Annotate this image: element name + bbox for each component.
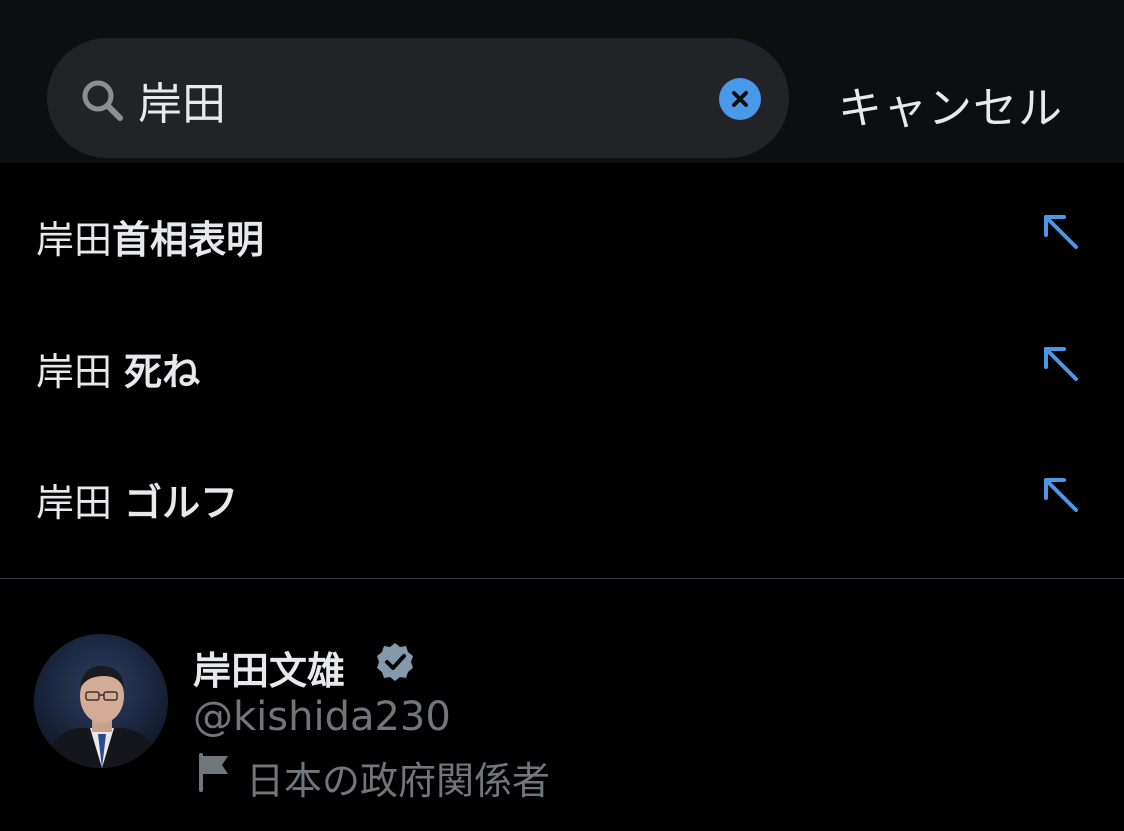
close-icon: [732, 91, 748, 107]
user-handle: @kishida230: [193, 694, 451, 740]
suggestion-text: 岸田首相表明: [36, 209, 264, 264]
suggestion-item[interactable]: 岸田 死ね: [0, 299, 1124, 431]
suggestion-item[interactable]: 岸田首相表明: [0, 167, 1124, 299]
verified-badge-icon: [377, 643, 413, 681]
suggestion-item[interactable]: 岸田 ゴルフ: [0, 430, 1124, 562]
arrow-up-left-icon[interactable]: [1040, 474, 1080, 514]
arrow-up-left-icon[interactable]: [1040, 211, 1080, 251]
search-input[interactable]: [138, 70, 698, 130]
suggestion-completion: ゴルフ: [124, 481, 239, 525]
user-result[interactable]: 岸田文雄 @kishida230 日本の政府関係者: [0, 600, 1124, 820]
cancel-button[interactable]: キャンセル: [838, 72, 1063, 134]
flag-icon: [199, 753, 228, 792]
search-header: キャンセル: [0, 0, 1124, 163]
suggestion-prefix: 岸田: [36, 350, 125, 394]
suggestion-text: 岸田 ゴルフ: [36, 472, 238, 527]
search-icon: [82, 80, 123, 121]
avatar[interactable]: [34, 634, 168, 768]
user-name: 岸田文雄: [193, 649, 346, 693]
divider: [0, 578, 1124, 579]
suggestion-text: 岸田 死ね: [36, 341, 200, 396]
suggestion-completion: 首相表明: [112, 218, 265, 262]
arrow-up-left-icon[interactable]: [1040, 343, 1080, 383]
suggestion-completion: 死ね: [124, 350, 201, 394]
government-affiliation-label: 日本の政府関係者: [246, 759, 551, 803]
avatar-photo: [34, 634, 168, 768]
suggestion-prefix: 岸田: [36, 481, 125, 525]
suggestion-prefix: 岸田: [36, 218, 113, 262]
clear-search-button[interactable]: [719, 78, 761, 120]
